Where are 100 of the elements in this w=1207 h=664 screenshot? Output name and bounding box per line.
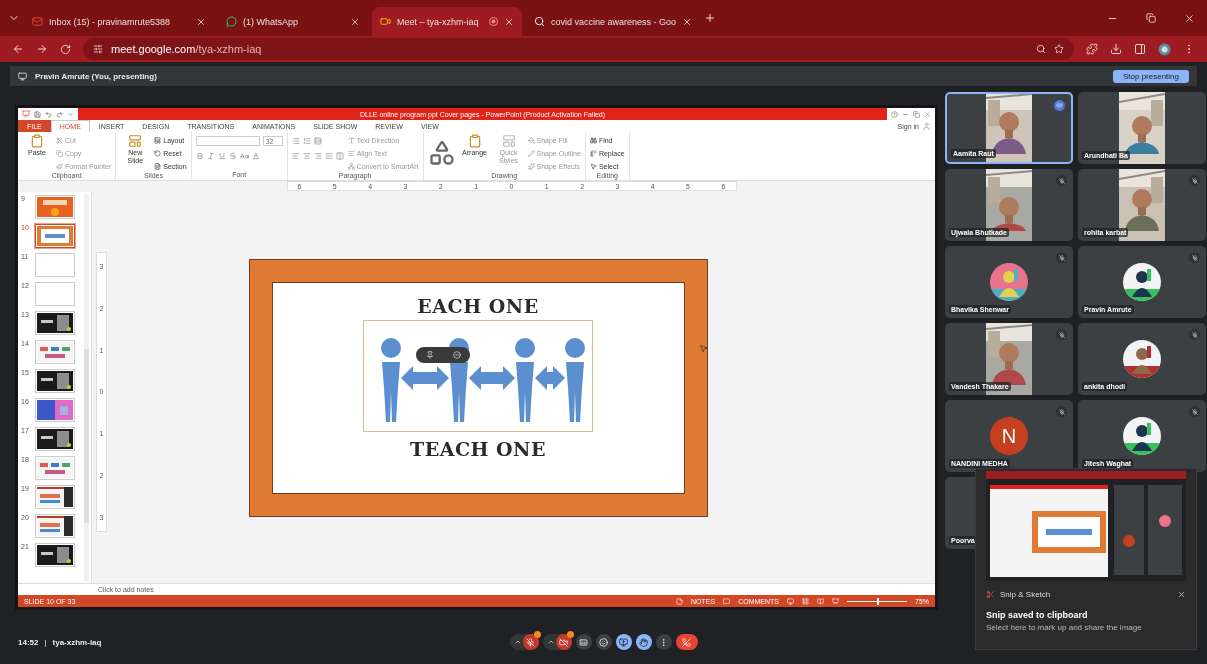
more-icon [659,637,668,647]
app-icon [22,110,30,118]
slide-title: EACH ONE [417,294,539,317]
hand-button[interactable] [635,634,652,650]
site-settings-icon[interactable] [93,44,103,54]
mic-off-icon [1189,406,1200,417]
font-name-field[interactable] [195,136,260,146]
smiley-icon [599,637,608,647]
scissors-icon [986,590,995,599]
pointer-icon [589,162,597,170]
restore-icon[interactable] [1146,13,1156,23]
slide-thumbnail[interactable] [35,369,75,393]
browser-tab[interactable]: Meet – tya-xzhm-iaq [372,7,522,36]
search-icon[interactable] [1036,44,1046,54]
text-direction-icon [347,136,355,144]
slide-thumbnail[interactable] [35,485,75,509]
emoji-button[interactable] [595,634,612,650]
shapes-gallery-icon[interactable] [427,139,456,167]
address-bar[interactable]: meet.google.com/tya-xzhm-iaq [83,38,1074,60]
mic-off-icon [1189,329,1200,340]
close-button[interactable] [1177,590,1186,599]
browser-tab[interactable]: (1) WhatsApp [218,7,368,36]
reload-icon[interactable] [60,43,71,55]
sorter-view-icon[interactable] [802,597,809,605]
mic-off-icon [1056,329,1067,340]
slide-thumbnail[interactable] [35,398,75,422]
more-button[interactable] [655,634,672,650]
forward-icon[interactable] [36,43,48,55]
slideshow-icon[interactable] [832,597,839,605]
slide-thumbnail[interactable] [35,514,75,538]
video-icon [380,16,391,27]
close-icon[interactable] [350,16,360,27]
mic-off-icon [526,637,535,647]
back-icon[interactable] [12,43,24,55]
slide-thumbnail[interactable] [35,427,75,451]
mail-icon [32,16,43,27]
redo-icon[interactable] [56,110,63,118]
slide-thumbnail[interactable] [35,340,75,364]
slide-thumbnail[interactable] [35,543,75,567]
extensions-icon[interactable] [1086,43,1098,55]
profile-icon[interactable] [1158,42,1171,56]
slide-thumbnail[interactable] [35,311,75,335]
slide-subtitle: TEACH ONE [410,437,546,460]
effects-icon [527,162,535,170]
pin-icon[interactable] [425,350,434,359]
notification-app: Snip & Sketch [1000,590,1051,599]
stop-presenting-button[interactable]: Stop presenting [1112,69,1189,83]
selected-shape[interactable] [363,319,593,432]
star-icon[interactable] [1054,44,1064,54]
caret-icon[interactable] [546,638,555,646]
close-icon[interactable] [1184,12,1195,24]
italic-icon[interactable] [206,152,215,160]
new-tab-icon[interactable] [704,12,717,24]
speaking-icon [1054,100,1065,111]
change-case-icon[interactable] [239,151,249,161]
hang-up-icon [682,637,691,647]
captions-button[interactable] [575,634,592,650]
comments-icon [723,597,731,605]
present-icon [18,71,27,81]
close-icon[interactable] [196,16,206,27]
brush-icon [56,162,63,170]
meeting-time: 14:52 [18,637,39,647]
slide-thumbnail[interactable] [35,282,75,306]
separator: | [44,637,47,647]
alert-dot [533,631,541,638]
search-icon [534,16,545,27]
notification-text: Select here to mark up and share the image [986,623,1143,632]
binoculars-icon [589,136,597,144]
slide-thumbnail[interactable] [35,195,75,219]
slide-thumbnail[interactable] [35,224,75,248]
slide-thumbnail[interactable] [35,456,75,480]
minus-icon[interactable] [452,350,461,359]
download-icon[interactable] [1110,43,1122,55]
browser-tab[interactable]: Inbox (15) - pravinamrute5388 [24,7,214,36]
close-icon[interactable] [504,16,514,27]
reading-view-icon[interactable] [817,597,824,605]
replace-icon [589,149,597,157]
mic-off-icon [1056,252,1067,263]
pencil-icon [527,149,535,157]
close-icon[interactable] [682,16,693,27]
font-color-icon[interactable] [251,152,260,160]
clipboard-icon [467,134,482,148]
meeting-code: tya-xzhm-iaq [52,637,102,647]
slide-thumbnail[interactable] [35,253,75,277]
mic-button[interactable] [522,634,539,650]
mic-off-icon [1056,175,1067,186]
hand-icon [639,637,648,647]
recording-icon [489,17,498,26]
scrollbar[interactable] [84,194,89,581]
present-button[interactable] [615,634,632,650]
normal-view-icon[interactable] [787,597,794,605]
leave-button[interactable] [675,634,698,650]
side-panel-icon[interactable] [1134,43,1146,55]
caret-icon[interactable] [513,638,522,646]
mic-off-icon [1189,175,1200,186]
notes-icon [676,597,683,605]
undo-icon[interactable] [45,110,52,118]
camera-button[interactable] [555,634,572,650]
save-icon[interactable] [34,110,41,118]
browser-tab[interactable]: covid vaccine awareness - Goo [526,7,701,36]
